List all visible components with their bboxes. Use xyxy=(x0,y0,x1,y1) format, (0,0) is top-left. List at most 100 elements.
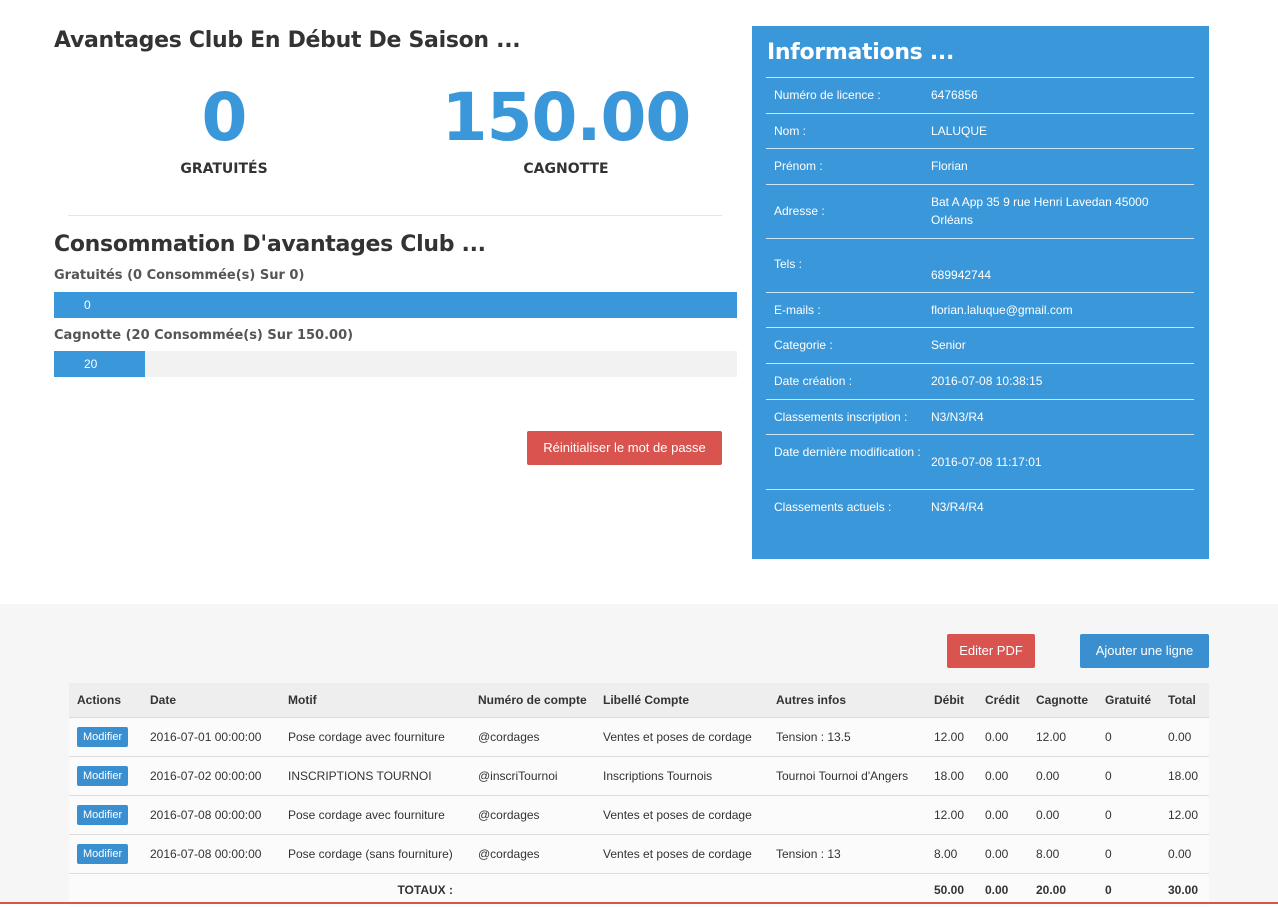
motif-cell: Pose cordage avec fourniture xyxy=(280,795,470,835)
info-key: Categorie : xyxy=(774,338,833,352)
account-label-cell: Ventes et poses de cordage xyxy=(595,717,768,757)
column-header: Numéro de compte xyxy=(470,683,595,718)
modify-button[interactable]: Modifier xyxy=(77,804,129,825)
info-value: LALUQUE xyxy=(931,124,988,138)
ledger-table: Actions Date Motif Numéro de compte Libe… xyxy=(69,683,1209,907)
free-progress-bar: 0 xyxy=(54,292,737,318)
other-info-cell: Tension : 13.5 xyxy=(768,717,926,757)
info-key: Nom : xyxy=(774,124,807,138)
advantages-title: Avantages Club En Début De Saison ... xyxy=(54,28,521,53)
modify-button[interactable]: Modifier xyxy=(77,726,129,747)
modify-button[interactable]: Modifier xyxy=(77,843,129,864)
kitty-cell: 12.00 xyxy=(1028,717,1097,757)
credit-cell: 0.00 xyxy=(977,717,1028,757)
column-header: Crédit xyxy=(977,683,1028,718)
account-cell: @inscriTournoi xyxy=(470,756,595,796)
account-cell: @cordages xyxy=(470,834,595,874)
table-row: Modifier 2016-07-02 00:00:00 INSCRIPTION… xyxy=(69,756,1209,796)
date-cell: 2016-07-02 00:00:00 xyxy=(142,756,280,796)
credit-cell: 0.00 xyxy=(977,756,1028,796)
consumption-title: Consommation D'avantages Club ... xyxy=(54,232,486,257)
info-row-phones: Tels : 689942744 xyxy=(766,238,1194,292)
credit-cell: 0.00 xyxy=(977,834,1028,874)
info-value: 689942744 xyxy=(931,268,992,282)
info-row-category: Categorie : Senior xyxy=(766,327,1194,363)
totals-label-text: TOTAUX : xyxy=(397,883,453,898)
debit-cell: 12.00 xyxy=(926,717,977,757)
free-count: 0 xyxy=(201,79,248,156)
motif-cell: Pose cordage (sans fourniture) xyxy=(280,834,470,874)
kitty-cell: 0.00 xyxy=(1028,756,1097,796)
actions-cell: Modifier xyxy=(69,795,142,835)
info-key: Adresse : xyxy=(774,204,825,218)
info-key: Date création : xyxy=(774,374,853,388)
info-panel: Informations ... Numéro de licence : 647… xyxy=(752,26,1209,559)
actions-cell: Modifier xyxy=(69,834,142,874)
info-row-created: Date création : 2016-07-08 10:38:15 xyxy=(766,363,1194,399)
other-info-cell: Tournoi Tournoi d'Angers xyxy=(768,756,926,796)
modify-button[interactable]: Modifier xyxy=(77,765,129,786)
debit-cell: 12.00 xyxy=(926,795,977,835)
table-row: Modifier 2016-07-08 00:00:00 Pose cordag… xyxy=(69,834,1209,874)
free-progress-label: Gratuités (0 Consommée(s) Sur 0) xyxy=(54,268,305,283)
column-header: Autres infos xyxy=(768,683,926,718)
info-row-firstname: Prénom : Florian xyxy=(766,148,1194,184)
free-cell: 0 xyxy=(1097,756,1160,796)
actions-cell: Modifier xyxy=(69,756,142,796)
free-cell: 0 xyxy=(1097,795,1160,835)
total-cell: 0.00 xyxy=(1160,717,1209,757)
motif-cell: INSCRIPTIONS TOURNOI xyxy=(280,756,470,796)
column-header: Motif xyxy=(280,683,470,718)
info-key: Numéro de licence : xyxy=(774,88,881,102)
date-cell: 2016-07-01 00:00:00 xyxy=(142,717,280,757)
date-cell: 2016-07-08 00:00:00 xyxy=(142,795,280,835)
account-cell: @cordages xyxy=(470,795,595,835)
actions-cell: Modifier xyxy=(69,717,142,757)
date-cell: 2016-07-08 00:00:00 xyxy=(142,834,280,874)
column-header: Cagnotte xyxy=(1028,683,1097,718)
info-value: Bat A App 35 9 rue Henri Lavedan 45000 O… xyxy=(931,195,1149,227)
debit-cell: 8.00 xyxy=(926,834,977,874)
add-line-button[interactable]: Ajouter une ligne xyxy=(1080,634,1209,668)
kitty-amount: 150.00 xyxy=(441,79,692,156)
free-cell: 0 xyxy=(1097,834,1160,874)
table-header-row: Actions Date Motif Numéro de compte Libe… xyxy=(69,683,1209,718)
debit-cell: 18.00 xyxy=(926,756,977,796)
info-row-emails: E-mails : florian.laluque@gmail.com xyxy=(766,292,1194,327)
info-key: Classements actuels : xyxy=(774,500,892,514)
info-row-modified: Date dernière modification : 2016-07-08 … xyxy=(766,434,1194,489)
free-stat: 0 GRATUITÉS xyxy=(124,79,324,178)
kitty-progress-label: Cagnotte (20 Consommée(s) Sur 150.00) xyxy=(54,328,354,343)
info-title: Informations ... xyxy=(767,40,955,65)
total-cell: 18.00 xyxy=(1160,756,1209,796)
info-row-registration-rankings: Classements inscription : N3/N3/R4 xyxy=(766,399,1194,434)
kitty-progress-fill: 20 xyxy=(54,351,146,377)
info-key: Tels : xyxy=(774,257,803,271)
info-key: Classements inscription : xyxy=(774,410,908,424)
motif-cell: Pose cordage avec fourniture xyxy=(280,717,470,757)
total-cell: 12.00 xyxy=(1160,795,1209,835)
column-header: Débit xyxy=(926,683,977,718)
kitty-stat: 150.00 CAGNOTTE xyxy=(416,79,716,178)
top-section: Avantages Club En Début De Saison ... 0 … xyxy=(0,0,1278,604)
free-count-label: GRATUITÉS xyxy=(180,161,268,177)
column-header: Gratuité xyxy=(1097,683,1160,718)
info-key: Prénom : xyxy=(774,159,823,173)
kitty-cell: 0.00 xyxy=(1028,795,1097,835)
info-row-current-rankings: Classements actuels : N3/R4/R4 xyxy=(766,489,1194,525)
total-cell: 0.00 xyxy=(1160,834,1209,874)
info-row-name: Nom : LALUQUE xyxy=(766,113,1194,148)
info-value: 2016-07-08 10:38:15 xyxy=(931,374,1043,388)
free-cell: 0 xyxy=(1097,717,1160,757)
account-label-cell: Ventes et poses de cordage xyxy=(595,795,768,835)
kitty-cell: 8.00 xyxy=(1028,834,1097,874)
column-header: Date xyxy=(142,683,280,718)
kitty-progress-bar: 20 xyxy=(54,351,737,377)
info-key: Date dernière modification : xyxy=(774,445,921,459)
edit-pdf-button[interactable]: Editer PDF xyxy=(947,634,1035,668)
info-value: florian.laluque@gmail.com xyxy=(931,303,1073,317)
account-label-cell: Inscriptions Tournois xyxy=(595,756,768,796)
info-value: 6476856 xyxy=(931,88,978,102)
column-header: Total xyxy=(1160,683,1209,718)
reset-password-button[interactable]: Réinitialiser le mot de passe xyxy=(527,431,722,465)
